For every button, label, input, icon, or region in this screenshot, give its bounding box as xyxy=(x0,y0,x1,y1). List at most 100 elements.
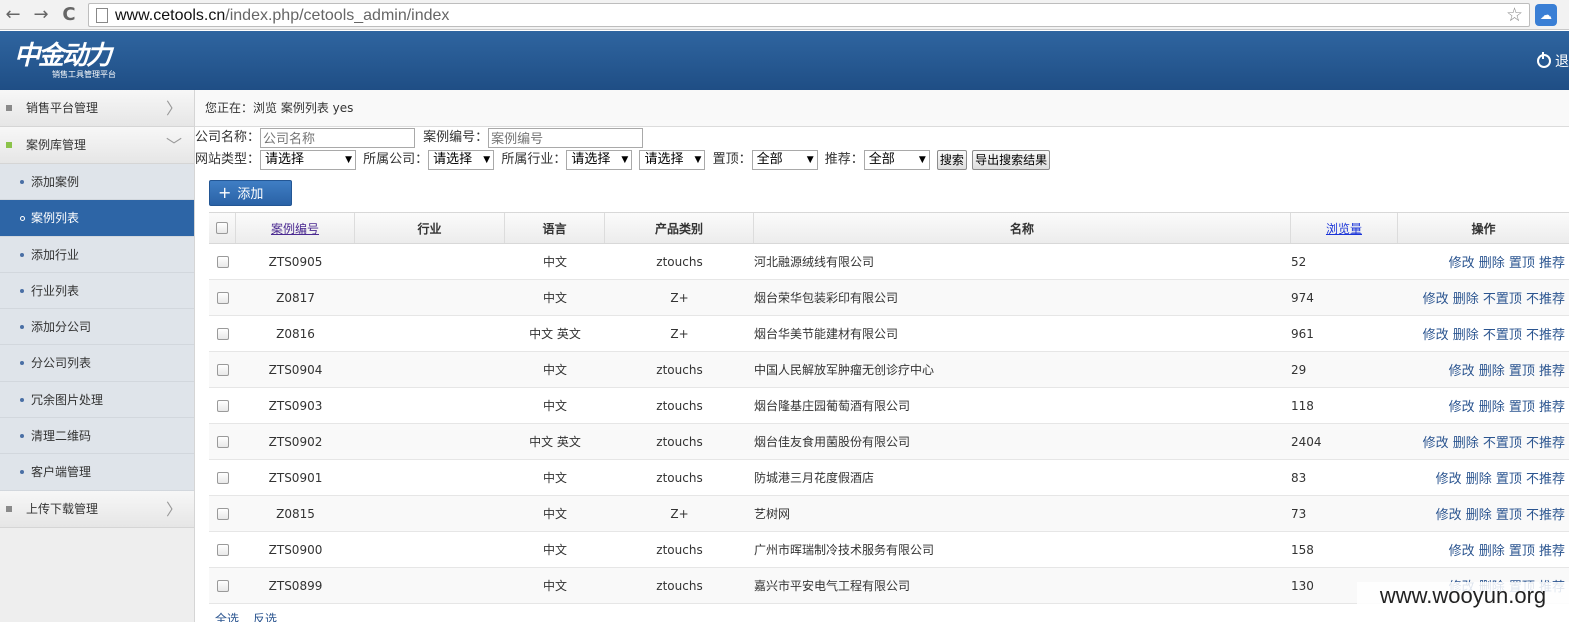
row-checkbox[interactable] xyxy=(216,471,229,484)
add-case-button[interactable]: + 添加 xyxy=(209,180,292,206)
sidebar-item-add-industry[interactable]: 添加行业 xyxy=(0,236,194,273)
cell-industry xyxy=(355,460,505,495)
recommend-select[interactable]: 全部 xyxy=(863,150,930,170)
row-checkbox-cell xyxy=(209,244,236,279)
cell-product: ztouchs xyxy=(656,254,703,269)
row-actions[interactable]: 修改 删除 不置顶 不推荐 xyxy=(1423,288,1565,307)
cell-product: ztouchs xyxy=(656,470,703,485)
filter-row-1: 公司名称： 案例编号： xyxy=(195,128,644,148)
table-row: Z0815 中文 Z+ 艺树网 73 修改 删除 置顶 不推荐 xyxy=(209,496,1569,532)
site-type-label: 网站类型： xyxy=(195,152,261,167)
cell-language: 中文 英文 xyxy=(529,435,581,449)
row-actions[interactable]: 修改 删除 不置顶 不推荐 xyxy=(1423,432,1565,451)
sidebar-item-client-management[interactable]: 客户端管理 xyxy=(0,454,194,491)
cell-industry xyxy=(355,316,505,351)
cell-ops: 修改 删除 不置顶 不推荐 xyxy=(1398,424,1569,459)
cell-industry xyxy=(355,280,505,315)
reload-icon[interactable]: C xyxy=(58,4,80,26)
row-actions[interactable]: 修改 删除 置顶 不推荐 xyxy=(1436,468,1565,487)
export-results-button[interactable]: 导出搜索结果 xyxy=(972,150,1051,170)
cell-code: ZTS0904 xyxy=(268,362,323,377)
row-checkbox[interactable] xyxy=(216,543,229,556)
select-all-link[interactable]: 全选 xyxy=(215,612,239,622)
sub-industry-select[interactable]: 请选择 xyxy=(639,150,706,170)
cell-code: ZTS0905 xyxy=(268,254,323,269)
dot-icon xyxy=(20,252,24,257)
sidebar-group-cases[interactable]: 案例库管理 ﹀ xyxy=(0,127,194,164)
sidebar-group-sales[interactable]: 销售平台管理 〉 xyxy=(0,90,194,127)
top-select[interactable]: 全部 xyxy=(751,150,818,170)
row-checkbox[interactable] xyxy=(216,255,229,268)
cell-name: 嘉兴市平安电气工程有限公司 xyxy=(754,579,911,593)
sidebar-item-image-cleanup[interactable]: 冗余图片处理 xyxy=(0,381,194,419)
address-bar[interactable]: www.cetools.cn/index.php/cetools_admin/i… xyxy=(88,3,1530,27)
industry-select[interactable]: 请选择 xyxy=(566,150,633,170)
dot-icon xyxy=(20,434,24,439)
cell-product: Z+ xyxy=(670,290,689,305)
url-text[interactable]: www.cetools.cn/index.php/cetools_admin/i… xyxy=(115,6,449,26)
company-name-input[interactable] xyxy=(260,128,416,148)
row-actions[interactable]: 修改 删除 置顶 不推荐 xyxy=(1436,504,1565,523)
sidebar-item-qrcode-cleanup[interactable]: 清理二维码 xyxy=(0,418,194,455)
row-actions[interactable]: 修改 删除 置顶 推荐 xyxy=(1449,252,1565,271)
bottom-links: 全选 反选 xyxy=(215,610,291,622)
row-checkbox[interactable] xyxy=(216,507,229,520)
bullet-icon xyxy=(6,105,12,111)
row-checkbox[interactable] xyxy=(216,327,229,340)
bookmark-star-icon[interactable]: ☆ xyxy=(1506,4,1523,26)
row-actions[interactable]: 修改 删除 置顶 推荐 xyxy=(1449,396,1565,415)
watermark: www.wooyun.org xyxy=(1357,582,1569,610)
cell-name: 烟台佳友食用菌股份有限公司 xyxy=(754,435,911,449)
sort-by-views-link[interactable]: 浏览量 xyxy=(1326,220,1362,237)
cell-name: 烟台华美节能建材有限公司 xyxy=(754,327,899,341)
browser-toolbar: ← → C www.cetools.cn/index.php/cetools_a… xyxy=(0,0,1569,30)
cell-product: ztouchs xyxy=(656,398,703,413)
sidebar-item-add-branch[interactable]: 添加分公司 xyxy=(0,309,194,346)
table-header-row: 案例编号 行业 语言 产品类别 名称 浏览量 操作 xyxy=(209,212,1569,244)
cell-code: Z0817 xyxy=(276,290,315,305)
top-label: 置顶： xyxy=(712,152,752,167)
row-checkbox-cell xyxy=(209,460,236,495)
row-actions[interactable]: 修改 删除 置顶 推荐 xyxy=(1449,360,1565,379)
sidebar-item-branch-list[interactable]: 分公司列表 xyxy=(0,345,194,382)
row-checkbox[interactable] xyxy=(216,363,229,376)
bullet-icon xyxy=(6,505,12,512)
logout-button[interactable]: 退 xyxy=(1537,51,1569,71)
cell-language: 中文 xyxy=(542,579,567,593)
extension-cloud-icon[interactable]: ☁ xyxy=(1535,4,1557,26)
sidebar-item-case-list[interactable]: 案例列表 xyxy=(0,200,194,237)
cell-industry xyxy=(355,568,505,603)
cell-product: ztouchs xyxy=(656,578,703,593)
cell-name: 烟台隆基庄园葡萄酒有限公司 xyxy=(754,399,911,413)
dot-icon xyxy=(20,325,24,330)
branch-select[interactable]: 请选择 xyxy=(428,150,495,170)
select-all-cell xyxy=(209,213,236,243)
back-icon[interactable]: ← xyxy=(2,4,24,26)
search-button[interactable]: 搜索 xyxy=(936,150,967,170)
site-type-select[interactable]: 请选择 xyxy=(260,150,357,170)
cell-product: Z+ xyxy=(670,326,689,341)
sidebar-item-industry-list[interactable]: 行业列表 xyxy=(0,272,194,310)
select-all-checkbox[interactable] xyxy=(216,222,228,234)
row-actions[interactable]: 修改 删除 不置顶 不推荐 xyxy=(1423,324,1565,343)
cell-views: 2404 xyxy=(1291,434,1322,449)
sidebar-group-upload-download[interactable]: 上传下载管理 〉 xyxy=(0,490,194,528)
forward-icon[interactable]: → xyxy=(30,4,52,26)
table-row: Z0817 中文 Z+ 烟台荣华包装彩印有限公司 974 修改 删除 不置顶 不推荐 xyxy=(209,280,1569,316)
header-name: 名称 xyxy=(754,213,1291,243)
cell-name: 防城港三月花度假酒店 xyxy=(754,471,875,485)
sidebar-item-add-case[interactable]: 添加案例 xyxy=(0,164,194,201)
row-checkbox[interactable] xyxy=(216,291,229,304)
row-actions[interactable]: 修改 删除 置顶 推荐 xyxy=(1449,540,1565,559)
cell-views: 83 xyxy=(1291,470,1307,485)
cell-language: 中文 xyxy=(542,363,567,377)
row-checkbox[interactable] xyxy=(216,435,229,448)
row-checkbox-cell xyxy=(209,496,236,531)
sort-by-code-link[interactable]: 案例编号 xyxy=(271,220,319,237)
row-checkbox[interactable] xyxy=(216,579,229,592)
cell-code: ZTS0903 xyxy=(268,398,323,413)
invert-selection-link[interactable]: 反选 xyxy=(253,612,277,622)
case-code-input[interactable] xyxy=(488,128,644,148)
row-checkbox-cell xyxy=(209,424,236,459)
row-checkbox[interactable] xyxy=(216,399,229,412)
